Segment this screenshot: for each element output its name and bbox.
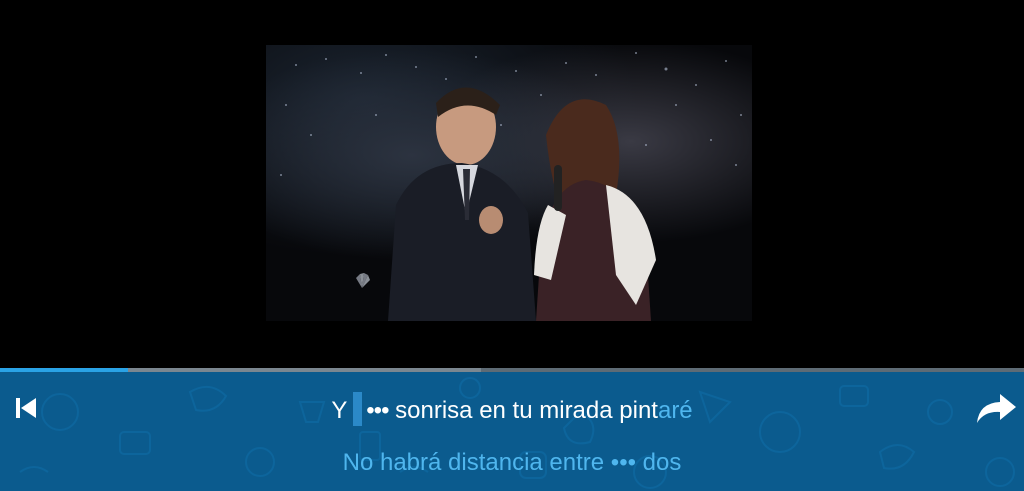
lyric-ellipsis: •••: [366, 397, 389, 424]
lyric-upcoming-text: aré: [657, 397, 693, 424]
video-still: [280, 52, 742, 321]
lyrics-panel: Y ••• sonrisa en tu mirada pintaré No ha…: [0, 372, 1024, 491]
lyric-sung-text: sonrisa en tu mirada pint: [395, 397, 658, 424]
next-lyric-line: No habrá distancia entre ••• dos: [342, 449, 682, 476]
share-button[interactable]: [974, 390, 1018, 426]
current-lyric-line: Y ••• sonrisa en tu mirada pintaré: [0, 392, 1024, 426]
video-frame[interactable]: [266, 45, 752, 321]
share-arrow-icon: [977, 394, 1016, 423]
lyric-word-before: Y: [331, 397, 347, 424]
video-player[interactable]: [0, 0, 1024, 368]
